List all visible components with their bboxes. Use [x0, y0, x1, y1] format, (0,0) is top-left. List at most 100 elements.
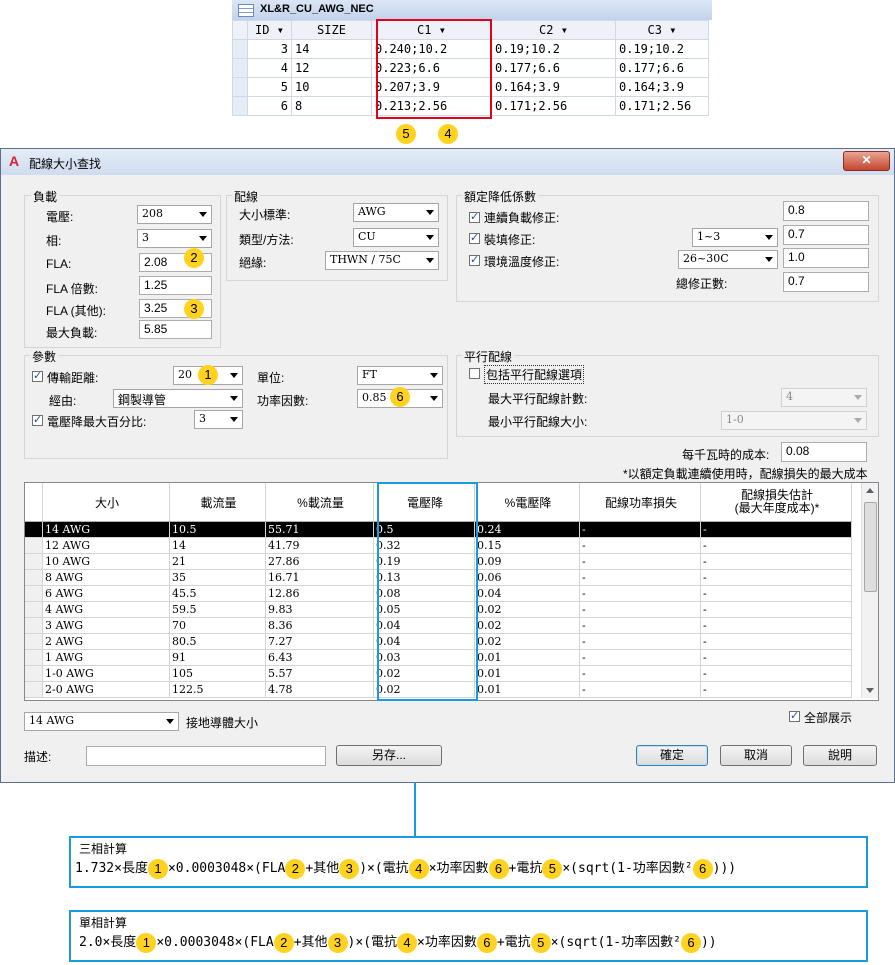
row-header[interactable] [25, 633, 43, 650]
row-header[interactable] [25, 649, 43, 666]
wire-size-dialog: A 配線大小查找 ✕ 負載 電壓: 208 相: 3 FLA: 2.08 FLA… [0, 148, 895, 783]
table-cell: - [700, 649, 852, 666]
table-cell: 122.5 [169, 681, 266, 698]
col-header-size[interactable]: 大小 [42, 483, 170, 522]
scroll-up-icon[interactable] [866, 488, 874, 493]
cost-label: 每千瓦時的成本: [682, 448, 770, 462]
phase-select[interactable]: 3 [137, 229, 212, 248]
max-parallel-count-label: 最大平行配線計數: [488, 392, 588, 406]
voltage-select[interactable]: 208 [137, 205, 212, 224]
formula-text: +其他 [305, 861, 340, 876]
via-select[interactable]: 鋼製導管 [113, 389, 243, 408]
row-header[interactable] [25, 585, 43, 602]
description-field[interactable] [86, 746, 326, 766]
row-header[interactable] [25, 569, 43, 586]
row-header[interactable] [25, 681, 43, 698]
type-method-select[interactable]: CU [353, 228, 439, 247]
ground-conductor-select[interactable]: 14 AWG [24, 712, 179, 731]
formula-badge: 4 [408, 858, 429, 879]
formula-badge: 6 [692, 858, 713, 879]
access-table-tab[interactable]: XL&R_CU_AWG_NEC [232, 0, 712, 20]
derating-group-title: 額定降低係數 [462, 188, 539, 205]
help-button[interactable]: 說明 [803, 745, 877, 766]
row-header[interactable] [25, 553, 43, 570]
insulation-select[interactable]: THWN / 75C [325, 251, 439, 270]
vdrop-max-select[interactable]: 3 [194, 410, 243, 429]
type-method-label: 類型/方法: [239, 233, 294, 247]
distance-checkbox[interactable] [32, 369, 43, 382]
max-parallel-count-select[interactable]: 4 [781, 388, 867, 407]
callout-badge-6: 6 [390, 387, 410, 407]
fla-multiplier-field[interactable]: 1.25 [139, 276, 212, 295]
continuous-load-checkbox[interactable] [469, 210, 480, 223]
fill-label: 裝填修正: [484, 233, 536, 247]
row-header[interactable] [25, 537, 43, 554]
ambient-temp-select[interactable]: 26~30C [678, 250, 778, 269]
scrollbar-thumb[interactable] [864, 502, 877, 592]
size-standard-select[interactable]: AWG [353, 203, 439, 222]
chevron-down-icon [230, 417, 238, 422]
row-header[interactable] [25, 521, 43, 538]
formula-text: ×(sqrt(1-功率因數² [562, 861, 693, 876]
ambient-temp-checkbox[interactable] [469, 253, 480, 266]
select-all-corner[interactable] [232, 20, 248, 40]
scroll-down-icon[interactable] [866, 688, 874, 693]
include-parallel-checkbox[interactable] [469, 368, 480, 379]
access-col-header[interactable]: C2 ▾ [491, 20, 616, 40]
continuous-load-field[interactable]: 0.8 [783, 201, 869, 221]
show-all-checkbox[interactable] [789, 709, 800, 722]
min-parallel-size-select[interactable]: 1-0 [721, 411, 867, 430]
col-header-loss-estimate[interactable]: 配線損失估計 (最大年度成本)* [700, 483, 852, 522]
col-header-voltage-drop-pct[interactable]: %電壓降 [474, 483, 580, 522]
params-group-title: 參數 [30, 348, 59, 365]
cost-field[interactable]: 0.08 [781, 442, 867, 462]
single-phase-title: 單相計算 [79, 916, 128, 930]
vdrop-max-checkbox[interactable] [32, 413, 43, 426]
table-cell: 0.02 [474, 601, 580, 618]
table-cell: - [700, 681, 852, 698]
table-cell: 10 AWG [42, 553, 170, 570]
include-parallel-label: 包括平行配線選項 [484, 365, 585, 384]
row-header[interactable] [25, 665, 43, 682]
cancel-button[interactable]: 取消 [720, 745, 792, 766]
fill-checkbox[interactable] [469, 231, 480, 244]
three-phase-formula-box: 三相計算 1.732×長度 1 ×0.0003048×(FLA 2 +其他 3)×(電抗 4… [69, 836, 868, 888]
row-header[interactable] [25, 601, 43, 618]
save-as-button[interactable]: 另存... [336, 745, 442, 766]
access-col-header[interactable]: C3 ▾ [615, 20, 709, 40]
formula-badge: 2 [273, 932, 294, 953]
table-cell: 45.5 [169, 585, 266, 602]
col-header-ampacity[interactable]: 載流量 [169, 483, 266, 522]
table-cell: 91 [169, 649, 266, 666]
table-cell: - [579, 681, 701, 698]
table-cell: 0.01 [474, 665, 580, 682]
results-scrollbar[interactable] [861, 483, 878, 698]
chevron-down-icon [426, 258, 434, 263]
table-cell: - [700, 553, 852, 570]
parallel-group-title: 平行配線 [462, 348, 515, 365]
max-load-field[interactable]: 5.85 [139, 320, 212, 339]
formula-text: ×功率因數 [417, 935, 477, 950]
col-header-ampacity-pct[interactable]: %載流量 [265, 483, 374, 522]
formula-text: )) [700, 935, 717, 950]
row-header[interactable] [25, 617, 43, 634]
fill-select[interactable]: 1~3 [692, 228, 778, 247]
chevron-down-icon [166, 719, 174, 724]
formula-text: ×0.0003048×(FLA [167, 861, 286, 876]
table-cell: 2 AWG [42, 633, 170, 650]
access-col-header[interactable]: ID ▾ [247, 20, 292, 40]
voltage-label: 電壓: [46, 210, 74, 224]
dialog-title-bar[interactable]: A 配線大小查找 ✕ [1, 149, 894, 175]
col-header-power-loss[interactable]: 配線功率損失 [579, 483, 701, 522]
close-button[interactable]: ✕ [843, 151, 890, 171]
close-icon: ✕ [861, 153, 872, 167]
table-cell: 14 AWG [42, 521, 170, 538]
formula-badge: 6 [476, 932, 497, 953]
show-all-label: 全部展示 [804, 711, 853, 725]
chevron-down-icon [765, 235, 773, 240]
ok-button[interactable]: 確定 [636, 745, 708, 766]
ambient-temp-field[interactable]: 1.0 [783, 248, 869, 268]
access-col-header[interactable]: SIZE [291, 20, 372, 40]
fill-field[interactable]: 0.7 [783, 225, 869, 245]
unit-select[interactable]: FT [357, 366, 443, 385]
